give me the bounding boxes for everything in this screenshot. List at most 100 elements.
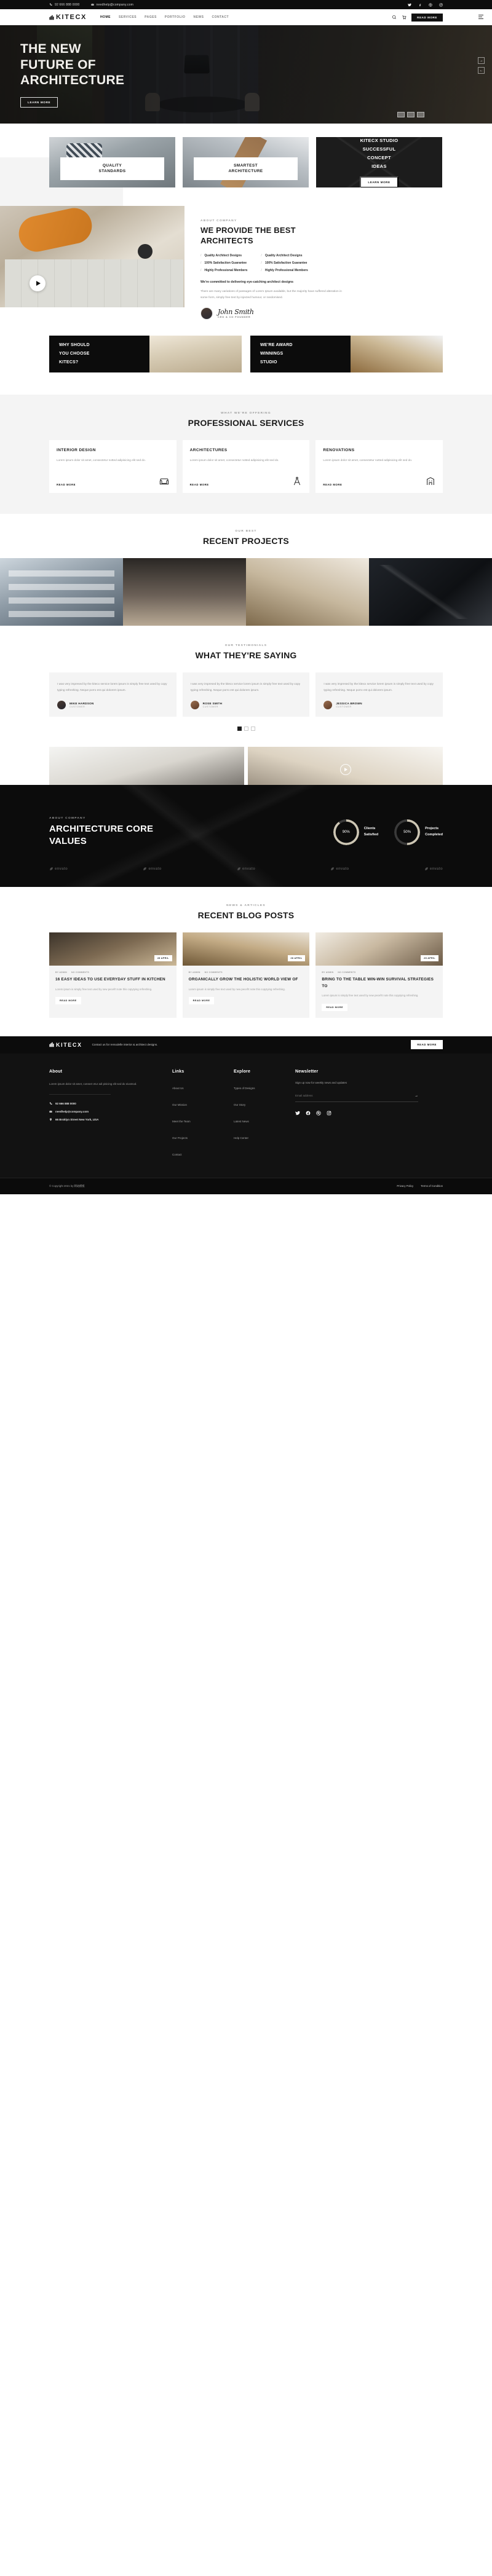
feature-label-line2: ARCHITECTURE	[228, 169, 263, 174]
cta-logo-text: KITECX	[56, 1041, 82, 1048]
dribbble-icon[interactable]	[429, 2, 432, 7]
blog-post-card[interactable]: 28 APRIL BY ADMIN NO COMMENTS ORGANICALL…	[182, 932, 310, 1018]
projects-section: OUR BEST RECENT PROJECTS	[0, 514, 492, 626]
pagination-dot-3[interactable]	[250, 727, 255, 731]
service-card-interior-design[interactable]: INTERIOR DESIGN Lorem ipsum dolor sit am…	[49, 439, 177, 493]
footer-link-about-us[interactable]: About Us	[172, 1087, 184, 1090]
feature-card-quality[interactable]: QUALITY STANDARDS	[49, 137, 175, 187]
blog-post-excerpt: Lorem ipsum is simply free text used by …	[55, 987, 153, 991]
logo[interactable]: KITECX	[49, 14, 87, 21]
blog-post-card[interactable]: 28 APRIL BY ADMIN NO COMMENTS 16 EASY ID…	[49, 932, 177, 1018]
list-item: Meet the Team	[172, 1114, 234, 1125]
nav-item-pages[interactable]: PAGES	[145, 15, 157, 19]
footer-link-privacy-policy[interactable]: Privacy Policy	[397, 1184, 413, 1188]
service-read-more[interactable]: READ MORE	[190, 483, 209, 486]
sofa-icon	[159, 478, 169, 485]
newsletter-submit-arrow-icon[interactable]: →	[415, 1094, 418, 1098]
pagination-dot-2[interactable]	[244, 727, 248, 731]
service-read-more[interactable]: READ MORE	[57, 483, 76, 486]
project-tile-2[interactable]	[123, 557, 246, 626]
footer-link-latest-news[interactable]: Latest News	[234, 1120, 249, 1123]
play-icon	[36, 281, 41, 286]
instagram-icon[interactable]	[327, 1111, 331, 1116]
topbar-phone[interactable]: 92 666 888 0000	[49, 3, 80, 7]
footer-email[interactable]: needhelp@company.com	[49, 1110, 156, 1113]
nav-item-news[interactable]: NEWS	[193, 15, 204, 19]
testimonial-author-role: CUSTOMER	[69, 706, 85, 709]
blog-post-read-more[interactable]: READ MORE	[322, 1003, 348, 1011]
blog-post-comments: NO COMMENTS	[71, 971, 90, 974]
instagram-icon[interactable]	[439, 3, 443, 7]
about-video-play-button[interactable]	[30, 275, 46, 291]
facebook-icon[interactable]	[306, 1111, 311, 1116]
project-tile-1[interactable]	[0, 557, 123, 626]
dribbble-icon[interactable]	[316, 1111, 321, 1116]
nav-item-home[interactable]: HOME	[100, 15, 111, 19]
promo-learn-more-button[interactable]: LEARN MORE	[360, 176, 399, 187]
footer-link-terms[interactable]: Terms of Condition	[421, 1184, 443, 1188]
services-eyebrow: WHAT WE'RE OFFERING	[221, 411, 271, 415]
brand-logo: envato	[424, 867, 443, 871]
hero-thumb-2[interactable]	[407, 112, 415, 117]
footer-link-types-of-designs[interactable]: Types of Designs	[234, 1087, 255, 1090]
facebook-icon[interactable]	[418, 3, 422, 7]
testimonials-eyebrow: OUR TESTIMONIALS	[224, 644, 268, 647]
topbar-email[interactable]: needhelp@company.com	[90, 3, 133, 7]
gallery-play-button[interactable]	[339, 764, 351, 776]
nav-item-services[interactable]: SERVICES	[119, 15, 137, 19]
banner-award-winning[interactable]: WE'RE AWARD WINNINGS STUDIO	[250, 335, 443, 372]
service-read-more[interactable]: READ MORE	[323, 483, 342, 486]
about-check-item: / Quality Architect Designs	[261, 254, 303, 258]
blog-post-title[interactable]: BRING TO THE TABLE WIN-WIN SURVIVAL STRA…	[322, 977, 437, 990]
header-cta-button[interactable]: READ MORE	[411, 13, 443, 22]
footer: About Lorem ipsum dolor sit amet, consec…	[0, 1053, 492, 1194]
cta-logo[interactable]: KITECX	[49, 1042, 82, 1048]
search-icon[interactable]	[392, 15, 397, 20]
banner-text-block: WHY SHOULD YOU CHOOSE KITECS?	[49, 335, 149, 372]
footer-address: 66 Broklyn Street New York, USA	[49, 1118, 156, 1121]
footer-link-our-story[interactable]: Our Story	[234, 1103, 245, 1106]
blog-post-card[interactable]: 28 APRIL BY ADMIN NO COMMENTS BRING TO T…	[315, 932, 443, 1018]
footer-link-help-center[interactable]: Help Center	[234, 1136, 248, 1140]
about-lead: We're committed to delivering eye-catchi…	[200, 280, 294, 285]
project-tile-4[interactable]	[369, 557, 492, 626]
about-arm-decor	[15, 206, 95, 255]
dark-banners-section: WHY SHOULD YOU CHOOSE KITECS? WE'RE AWAR…	[49, 335, 443, 372]
footer-link-meet-the-team[interactable]: Meet the Team	[172, 1120, 191, 1123]
hero-thumb-1[interactable]	[397, 112, 405, 117]
footer-phone-text: 92 666 888 0000	[55, 1102, 76, 1106]
feature-card-smartest[interactable]: SMARTEST ARCHITECTURE	[183, 137, 309, 187]
blog-post-read-more[interactable]: READ MORE	[188, 997, 215, 1005]
footer-link-our-mission[interactable]: Our Mission	[172, 1103, 187, 1106]
footer-link-contact[interactable]: Contact	[172, 1153, 182, 1156]
footer-link-our-projects[interactable]: Our Projects	[172, 1136, 188, 1140]
blog-post-title[interactable]: ORGANICALLY GROW THE HOLISTIC WORLD VIEW…	[189, 977, 304, 983]
hero-thumb-3[interactable]	[417, 112, 424, 117]
blog-post-read-more[interactable]: READ MORE	[55, 997, 81, 1005]
newsletter-email-input[interactable]	[295, 1094, 415, 1098]
nav-item-contact[interactable]: CONTACT	[212, 15, 229, 19]
banner-why-choose[interactable]: WHY SHOULD YOU CHOOSE KITECS?	[49, 335, 242, 372]
nav-item-portfolio[interactable]: PORTFOLIO	[165, 15, 186, 19]
core-title-line2: VALUES	[49, 835, 87, 846]
hero-next-arrow-icon[interactable]: →	[478, 57, 485, 64]
cart-icon[interactable]	[402, 15, 407, 20]
blog-post-title[interactable]: 16 EASY IDEAS TO USE EVERYDAY STUFF IN K…	[55, 977, 170, 983]
about-paragraph: There are many variations of passages of…	[200, 290, 342, 300]
testimonial-author-role: CUSTOMER	[202, 706, 218, 709]
project-tile-3[interactable]	[246, 557, 369, 626]
hero-learn-more-button[interactable]: LEARN MORE	[20, 97, 58, 108]
testimonial-author-info: ROSE SMITH CUSTOMER	[203, 702, 223, 708]
footer-social-group	[295, 1111, 443, 1116]
menu-toggle-icon[interactable]	[478, 15, 483, 19]
cta-button[interactable]: READ MORE	[411, 1040, 443, 1050]
about-check-lists: / Quality Architect Designs /100% Satisfa…	[200, 254, 478, 272]
pagination-dot-1[interactable]	[237, 727, 242, 731]
service-card-architectures[interactable]: ARCHITECTURES Lorem ipsum dolor sit amet…	[182, 439, 310, 493]
service-card-renovations[interactable]: RENOVATIONS Lorem ipsum dolor sit amet, …	[315, 439, 443, 493]
twitter-icon[interactable]	[295, 1111, 300, 1116]
footer-phone[interactable]: 92 666 888 0000	[49, 1102, 156, 1105]
twitter-icon[interactable]	[408, 3, 411, 7]
hero-prev-arrow-icon[interactable]: ←	[478, 67, 485, 74]
service-footer: READ MORE	[57, 476, 169, 486]
